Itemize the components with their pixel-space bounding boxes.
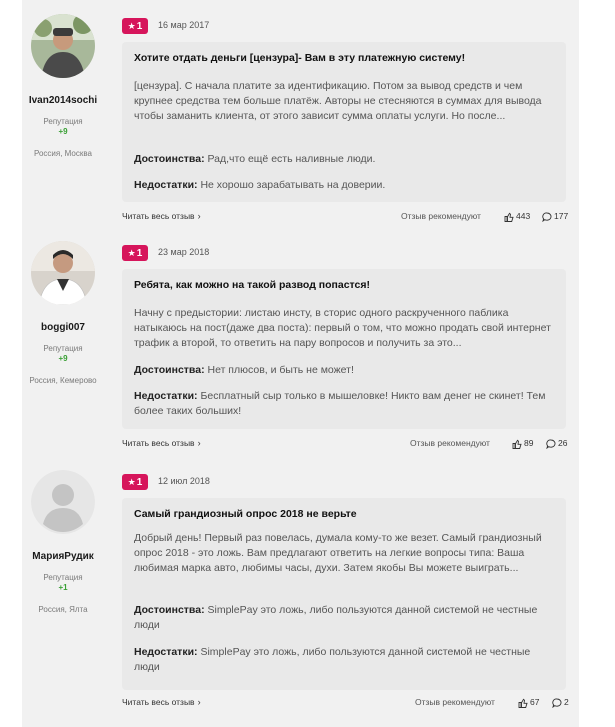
likes-button[interactable]: 443 bbox=[504, 211, 530, 222]
review-text: Начну с предыстории: листаю инсту, в сто… bbox=[134, 307, 551, 349]
author-location: Россия, Москва bbox=[34, 149, 92, 158]
likes-count: 67 bbox=[530, 697, 540, 707]
rating-value: 1 bbox=[136, 477, 143, 488]
reviews-page: Ivan2014sochi Репутация +9 Россия, Москв… bbox=[0, 0, 615, 727]
reputation-label: Репутация bbox=[43, 117, 83, 126]
review-footer: Читать весь отзыв › Отзыв рекомендуют 89 … bbox=[122, 438, 568, 452]
thumbs-up-icon bbox=[504, 212, 514, 222]
review-card: Хотите отдать деньги [цензура]- Вам в эт… bbox=[122, 42, 566, 202]
read-more-link[interactable]: Читать весь отзыв › bbox=[122, 211, 201, 221]
review-item: Ivan2014sochi Репутация +9 Россия, Москв… bbox=[22, 14, 579, 229]
avatar[interactable] bbox=[31, 470, 95, 534]
likes-button[interactable]: 67 bbox=[518, 697, 539, 708]
read-more-label: Читать весь отзыв bbox=[122, 438, 195, 448]
review-date: 16 мар 2017 bbox=[158, 20, 210, 30]
review-item: boggi007 Репутация +9 Россия, Кемерово ★… bbox=[22, 241, 579, 456]
rating-badge: ★1 bbox=[122, 245, 148, 261]
review-title[interactable]: Ребята, как можно на такой развод попаст… bbox=[134, 279, 370, 291]
rating-badge: ★1 bbox=[122, 18, 148, 34]
review-text: [цензура]. С начала платите за идентифик… bbox=[134, 80, 542, 122]
likes-button[interactable]: 89 bbox=[512, 438, 533, 449]
rating-value: 1 bbox=[136, 248, 143, 259]
comments-count: 2 bbox=[564, 697, 569, 707]
comment-icon bbox=[542, 212, 552, 222]
likes-count: 443 bbox=[516, 211, 531, 221]
review-cons: Недостатки: Бесплатный сыр только в мыше… bbox=[134, 389, 554, 419]
read-more-link[interactable]: Читать весь отзыв › bbox=[122, 697, 201, 707]
star-icon: ★ bbox=[127, 248, 136, 258]
review-card: Самый грандиозный опрос 2018 не верьте Д… bbox=[122, 498, 566, 690]
comment-icon bbox=[546, 439, 556, 449]
pros-label: Достоинства: bbox=[134, 364, 205, 376]
review-item: МарияРудик Репутация +1 Россия, Ялта ★1 … bbox=[22, 470, 579, 720]
read-more-link[interactable]: Читать весь отзыв › bbox=[122, 438, 201, 448]
author-location: Россия, Кемерово bbox=[29, 376, 97, 385]
pros-text: Нет плюсов, и быть не может! bbox=[207, 364, 354, 376]
avatar[interactable] bbox=[31, 241, 95, 305]
review-text: Добрый день! Первый раз повелась, думала… bbox=[134, 532, 542, 574]
recommend-label: Отзыв рекомендуют bbox=[401, 211, 481, 221]
comment-icon bbox=[552, 698, 562, 708]
likes-count: 89 bbox=[524, 438, 534, 448]
review-footer: Читать весь отзыв › Отзыв рекомендуют 67 … bbox=[122, 697, 569, 711]
reputation-value: +1 bbox=[58, 583, 68, 592]
review-pros: Достоинства: Нет плюсов, и быть не может… bbox=[134, 363, 554, 378]
rating-value: 1 bbox=[136, 21, 143, 32]
review-title[interactable]: Самый грандиозный опрос 2018 не верьте bbox=[134, 508, 357, 520]
chevron-right-icon: › bbox=[197, 438, 201, 448]
comments-count: 26 bbox=[558, 438, 568, 448]
chevron-right-icon: › bbox=[197, 211, 201, 221]
reputation-label: Репутация bbox=[43, 573, 83, 582]
author-location: Россия, Ялта bbox=[38, 605, 88, 614]
review-pros: Достоинства: Рад,что ещё есть наливные л… bbox=[134, 152, 554, 167]
cons-text: Не хорошо зарабатывать на доверии. bbox=[200, 179, 386, 191]
author-name[interactable]: boggi007 bbox=[22, 322, 104, 333]
comments-count: 177 bbox=[554, 211, 569, 221]
review-title[interactable]: Хотите отдать деньги [цензура]- Вам в эт… bbox=[134, 52, 465, 64]
review-footer: Читать весь отзыв › Отзыв рекомендуют 443… bbox=[122, 211, 568, 225]
user-photo-icon bbox=[31, 241, 95, 305]
default-avatar-icon bbox=[31, 470, 95, 534]
chevron-right-icon: › bbox=[197, 697, 201, 707]
comments-button[interactable]: 2 bbox=[552, 697, 569, 708]
pros-label: Достоинства: bbox=[134, 604, 205, 616]
star-icon: ★ bbox=[127, 21, 136, 31]
author-name[interactable]: МарияРудик bbox=[22, 551, 104, 562]
thumbs-up-icon bbox=[512, 439, 522, 449]
recommend-label: Отзыв рекомендуют bbox=[415, 697, 495, 707]
avatar[interactable] bbox=[31, 14, 95, 78]
cons-label: Недостатки: bbox=[134, 179, 198, 191]
recommend-label: Отзыв рекомендуют bbox=[410, 438, 490, 448]
review-date: 23 мар 2018 bbox=[158, 247, 210, 257]
author-name[interactable]: Ivan2014sochi bbox=[22, 95, 104, 106]
comments-button[interactable]: 177 bbox=[542, 211, 568, 222]
rating-badge: ★1 bbox=[122, 474, 148, 490]
cons-label: Недостатки: bbox=[134, 646, 198, 658]
review-pros: Достоинства: SimplePay это ложь, либо по… bbox=[134, 603, 554, 633]
reputation-value: +9 bbox=[58, 127, 68, 136]
user-photo-icon bbox=[31, 14, 95, 78]
pros-label: Достоинства: bbox=[134, 153, 205, 165]
comments-button[interactable]: 26 bbox=[546, 438, 567, 449]
read-more-label: Читать весь отзыв bbox=[122, 211, 195, 221]
cons-label: Недостатки: bbox=[134, 390, 198, 402]
review-cons: Недостатки: SimplePay это ложь, либо пол… bbox=[134, 645, 554, 675]
read-more-label: Читать весь отзыв bbox=[122, 697, 195, 707]
pros-text: Рад,что ещё есть наливные люди. bbox=[207, 153, 376, 165]
reputation-label: Репутация bbox=[43, 344, 83, 353]
star-icon: ★ bbox=[127, 477, 136, 487]
reputation-value: +9 bbox=[58, 354, 68, 363]
review-cons: Недостатки: Не хорошо зарабатывать на до… bbox=[134, 178, 554, 193]
review-date: 12 июл 2018 bbox=[158, 476, 210, 486]
review-card: Ребята, как можно на такой развод попаст… bbox=[122, 269, 566, 429]
thumbs-up-icon bbox=[518, 698, 528, 708]
